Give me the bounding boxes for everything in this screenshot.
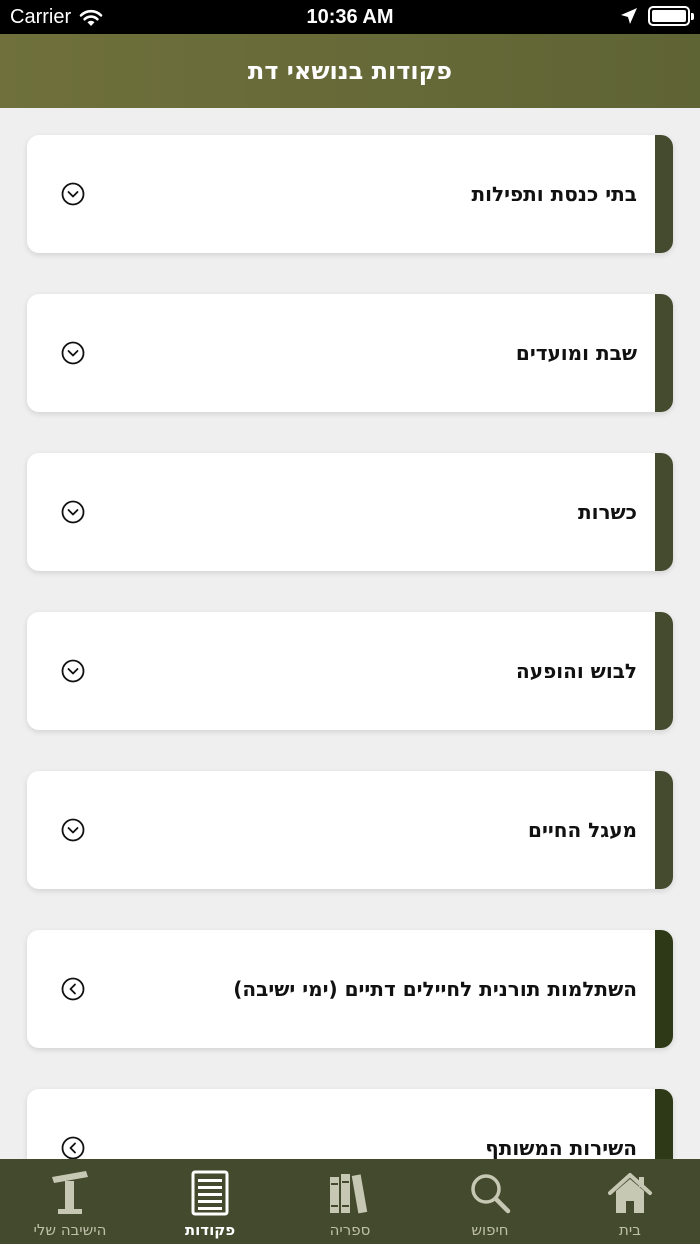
status-right [620, 6, 694, 26]
home-icon [608, 1173, 652, 1213]
chevron-down-circle-icon[interactable] [61, 659, 85, 683]
list-item-label: שבת ומועדים [515, 341, 637, 365]
list-item-torah-study[interactable]: השתלמות תורנית לחיילים דתיים (ימי ישיבה) [27, 930, 673, 1048]
nav-bar: פקודות בנושאי דת [0, 34, 700, 108]
tab-label: פקודות [184, 1221, 236, 1239]
card-accent [655, 771, 673, 889]
chevron-left-circle-icon[interactable] [61, 1136, 85, 1159]
card-accent [655, 453, 673, 571]
chevron-down-circle-icon[interactable] [61, 500, 85, 524]
battery-icon [648, 6, 694, 26]
list-item-label: בתי כנסת ותפילות [471, 182, 637, 206]
list-item-label: השירות המשותף [485, 1136, 637, 1159]
chevron-left-circle-icon[interactable] [61, 977, 85, 1001]
card-accent [655, 294, 673, 412]
tab-bar: בית חיפוש ספריה פקודות הישיבה שלי [0, 1159, 700, 1244]
tab-label: ספריה [329, 1221, 371, 1239]
list-item-label: השתלמות תורנית לחיילים דתיים (ימי ישיבה) [233, 977, 637, 1001]
tab-my-yeshiva[interactable]: הישיבה שלי [0, 1159, 140, 1244]
list-item-dress[interactable]: לבוש והופעה [27, 612, 673, 730]
list-item-label: כשרות [577, 500, 637, 524]
card-accent [655, 1089, 673, 1159]
list-item-kashrut[interactable]: כשרות [27, 453, 673, 571]
torah-stand-icon [52, 1171, 88, 1214]
tab-label: חיפוש [471, 1221, 509, 1239]
status-bar: Carrier 10:36 AM [0, 0, 700, 34]
tab-label: הישיבה שלי [33, 1221, 107, 1239]
list-item-life-cycle[interactable]: מעגל החיים [27, 771, 673, 889]
list-icon [191, 1170, 229, 1216]
list-item-joint-service[interactable]: השירות המשותף [27, 1089, 673, 1159]
list-item-label: מעגל החיים [528, 818, 637, 842]
list-item-shabbat[interactable]: שבת ומועדים [27, 294, 673, 412]
status-time: 10:36 AM [306, 6, 394, 28]
card-accent [655, 930, 673, 1048]
chevron-down-circle-icon[interactable] [61, 341, 85, 365]
chevron-down-circle-icon[interactable] [61, 182, 85, 206]
page-title: פקודות בנושאי דת [247, 57, 453, 85]
list-item-label: לבוש והופעה [516, 659, 637, 683]
search-icon [471, 1174, 511, 1214]
tab-library[interactable]: ספריה [280, 1159, 420, 1244]
list-item-synagogues[interactable]: בתי כנסת ותפילות [27, 135, 673, 253]
card-accent [655, 135, 673, 253]
category-list[interactable]: בתי כנסת ותפילות שבת ומועדים כשרות לבוש … [0, 108, 700, 1159]
card-accent [655, 612, 673, 730]
tab-home[interactable]: בית [560, 1159, 700, 1244]
chevron-down-circle-icon[interactable] [61, 818, 85, 842]
tab-label: בית [619, 1221, 641, 1239]
tab-orders[interactable]: פקודות [140, 1159, 280, 1244]
tab-search[interactable]: חיפוש [420, 1159, 560, 1244]
books-icon [330, 1174, 368, 1214]
location-arrow-icon [621, 8, 637, 24]
